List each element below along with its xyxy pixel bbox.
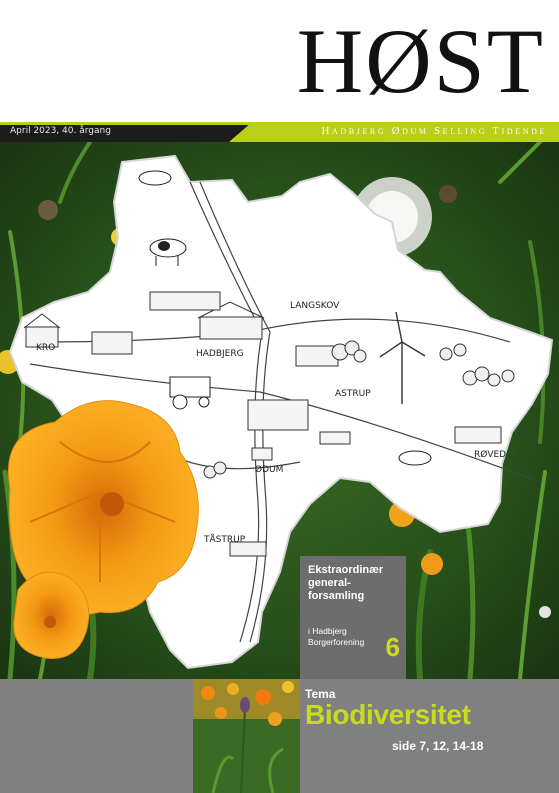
seedhead-icon bbox=[439, 185, 457, 203]
feature-page-number: 6 bbox=[385, 632, 400, 662]
orange-flower-icon bbox=[421, 553, 443, 575]
poppy-flower-icon bbox=[13, 571, 90, 659]
map-label-odum: ØDUM bbox=[255, 464, 283, 475]
cow-icon bbox=[138, 170, 172, 186]
masthead: HØST bbox=[0, 0, 559, 122]
masthead-title: HØST bbox=[296, 10, 545, 112]
map-label-tastrup: TÅSTRUP bbox=[203, 533, 246, 545]
feature-subtitle: i Hadbjerg Borgerforening bbox=[308, 626, 365, 647]
map-label-langskov: LANGSKOV bbox=[290, 301, 340, 311]
seedhead-icon bbox=[38, 200, 58, 220]
tagline: Hadbjerg Ødum Selling Tidende bbox=[321, 125, 547, 137]
map-label-kro: KRO bbox=[36, 343, 55, 353]
issue-bar: April 2023, 40. årgang Hadbjerg Ødum Sel… bbox=[0, 122, 559, 142]
map-label-hadbjerg: HADBJERG bbox=[196, 349, 244, 359]
theme-footer[interactable]: Tema Biodiversitet side 7, 12, 14-18 bbox=[0, 679, 559, 793]
theme-thumbnail bbox=[193, 679, 300, 793]
cow-icon bbox=[398, 450, 432, 466]
flower-meadow-image bbox=[193, 679, 300, 793]
map-label-astrup: ASTRUP bbox=[335, 389, 371, 399]
cover-photo: KRO HADBJERG LANGSKOV ASTRUP RØVED ØDUM … bbox=[0, 142, 559, 679]
issue-date: April 2023, 40. årgang bbox=[10, 126, 111, 136]
cover-illustration: KRO HADBJERG LANGSKOV ASTRUP RØVED ØDUM … bbox=[0, 142, 559, 679]
feature-box[interactable]: Ekstraordinær general-forsamling i Hadbj… bbox=[300, 556, 406, 679]
feature-title: Ekstraordinær general-forsamling bbox=[308, 564, 384, 602]
theme-title: Biodiversitet bbox=[305, 699, 471, 730]
map-label-roved: RØVED bbox=[474, 449, 506, 460]
theme-pages: side 7, 12, 14-18 bbox=[392, 739, 484, 753]
